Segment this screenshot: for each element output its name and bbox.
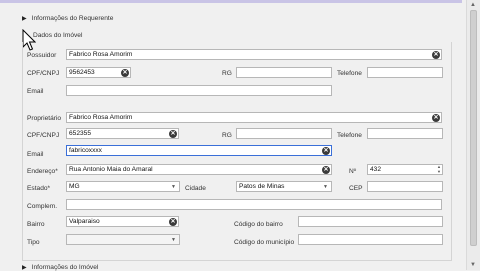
endereco-field[interactable]: Rua Antonio Maia do Amaral ✕ xyxy=(66,164,332,175)
section-requerente-label: Informações do Requerente xyxy=(31,15,114,22)
label-rg-proprietario: RG xyxy=(222,132,232,139)
rg-possuidor-field[interactable] xyxy=(236,67,332,78)
label-cidade: Cidade xyxy=(185,185,206,192)
label-cpf-proprietario: CPF/CNPJ xyxy=(27,132,60,139)
cpf-proprietario-value: 652355 xyxy=(69,130,92,137)
scroll-thumb[interactable] xyxy=(470,10,477,246)
label-cep: CEP xyxy=(349,185,363,192)
clear-icon[interactable]: ✕ xyxy=(322,166,330,174)
label-rg-possuidor: RG xyxy=(222,70,232,77)
label-estado: Estado* xyxy=(27,185,51,192)
window-top-strip xyxy=(0,0,462,3)
label-proprietario: Proprietário xyxy=(27,115,62,122)
clear-icon[interactable]: ✕ xyxy=(432,51,440,59)
endereco-value: Rua Antonio Maia do Amaral xyxy=(69,166,153,173)
numero-value: 432 xyxy=(370,166,382,173)
label-tipo: Tipo xyxy=(27,239,40,246)
telefone-possuidor-field[interactable] xyxy=(367,67,443,78)
label-telefone-proprietario: Telefone xyxy=(337,132,362,139)
possuidor-value: Fabrico Rosa Amorim xyxy=(69,51,133,58)
cpf-possuidor-field[interactable]: 9562453 ✕ xyxy=(66,67,131,78)
section-dados-imovel-label: Dados do Imóvel xyxy=(32,32,83,39)
email-proprietario-value: fabricoxxxx xyxy=(69,147,102,154)
numero-spinbox[interactable]: 432 ▲ ▼ xyxy=(367,164,443,175)
cpf-proprietario-field[interactable]: 652355 ✕ xyxy=(66,128,179,139)
tipo-combobox[interactable]: ▼ xyxy=(66,234,180,245)
label-telefone-possuidor: Telefone xyxy=(337,70,362,77)
label-possuidor: Possuidor xyxy=(27,52,57,59)
chevron-down-icon: ▼ xyxy=(323,184,328,190)
estado-combobox[interactable]: MG ▼ xyxy=(66,181,180,192)
cidade-combobox[interactable]: Patos de Minas ▼ xyxy=(236,181,332,192)
label-codigo-bairro: Código do bairro xyxy=(234,221,283,228)
label-email-proprietario: Email xyxy=(27,151,44,158)
scroll-down-icon[interactable]: ▼ xyxy=(470,262,476,268)
chevron-down-icon: ▼ xyxy=(171,184,176,190)
clear-icon[interactable]: ✕ xyxy=(169,130,177,138)
cpf-possuidor-value: 9562453 xyxy=(69,69,95,76)
proprietario-field[interactable]: Fabrico Rosa Amorim ✕ xyxy=(66,112,442,123)
telefone-proprietario-field[interactable] xyxy=(367,128,443,139)
vertical-scrollbar[interactable]: ▲ ▼ xyxy=(466,0,480,270)
label-email-possuidor: Email xyxy=(27,88,44,95)
possuidor-field[interactable]: Fabrico Rosa Amorim ✕ xyxy=(66,49,442,60)
label-bairro: Bairro xyxy=(27,221,45,228)
proprietario-value: Fabrico Rosa Amorim xyxy=(69,114,133,121)
rg-proprietario-field[interactable] xyxy=(236,128,332,139)
estado-value: MG xyxy=(69,183,80,190)
bairro-value: Valparaiso xyxy=(69,218,100,225)
chevron-down-icon: ▼ xyxy=(171,237,176,243)
bairro-field[interactable]: Valparaiso ✕ xyxy=(66,216,179,227)
label-codigo-municipio: Código do município xyxy=(234,239,295,246)
codigo-bairro-field[interactable] xyxy=(298,216,443,227)
section-requerente[interactable]: ▶ Informações do Requerente xyxy=(22,15,113,22)
email-proprietario-field[interactable]: fabricoxxxx ✕ xyxy=(66,145,332,156)
clear-icon[interactable]: ✕ xyxy=(121,69,129,77)
email-possuidor-field[interactable] xyxy=(66,85,332,96)
label-numero: Nº xyxy=(349,168,357,175)
cep-field[interactable] xyxy=(367,181,443,192)
clear-icon[interactable]: ✕ xyxy=(322,147,330,155)
clear-icon[interactable]: ✕ xyxy=(432,114,440,122)
clear-icon[interactable]: ✕ xyxy=(169,218,177,226)
expand-arrow-icon: ▶ xyxy=(22,16,27,22)
complemento-field[interactable] xyxy=(66,199,442,210)
scroll-up-icon[interactable]: ▲ xyxy=(470,2,476,8)
label-endereco: Endereço* xyxy=(27,168,58,175)
label-cpf-possuidor: CPF/CNPJ xyxy=(27,70,60,77)
codigo-municipio-field[interactable] xyxy=(298,234,443,245)
label-complemento: Complem. xyxy=(27,203,58,210)
cidade-value: Patos de Minas xyxy=(239,183,285,190)
spin-arrows-icon[interactable]: ▲ ▼ xyxy=(437,165,441,174)
